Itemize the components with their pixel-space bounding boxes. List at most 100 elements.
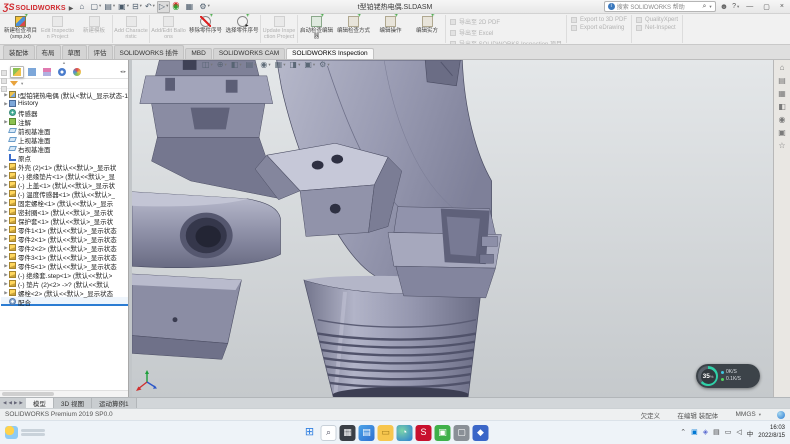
doc-tab-model[interactable]: 模型: [26, 398, 54, 408]
tray-hidden-icons-chevron[interactable]: ⌃: [680, 429, 686, 436]
qualityxpert[interactable]: QualityXpert: [636, 17, 678, 23]
app-button-2[interactable]: ▢: [454, 425, 470, 441]
export-2d-pdf[interactable]: 导出至 2D PDF: [450, 17, 562, 26]
tab-scroll-arrows[interactable]: ◂▸: [120, 69, 126, 75]
options-icon[interactable]: ⚙▾: [198, 1, 210, 13]
export-3d-pdf[interactable]: Export to 3D PDF: [571, 17, 627, 23]
help-globe-icon[interactable]: [777, 411, 785, 419]
appearances-icon[interactable]: ◉: [779, 116, 786, 124]
edit-appearance-icon[interactable]: ◨▾: [290, 61, 301, 69]
edge-button[interactable]: ◔: [397, 425, 413, 441]
status-units[interactable]: MMGS▾: [736, 411, 762, 418]
hide-show-items-icon[interactable]: ▦▾: [275, 61, 286, 69]
undo-icon[interactable]: ↶▾: [144, 1, 156, 13]
widgets-button[interactable]: ▤: [359, 425, 375, 441]
onedrive-icon[interactable]: ▣: [691, 429, 698, 436]
doc-tab-3d-views[interactable]: 3D 视图: [54, 398, 92, 408]
clock[interactable]: 16:03 2022/8/15: [758, 425, 785, 439]
section-view-icon[interactable]: ◧▾: [231, 61, 242, 69]
recorder-overlay[interactable]: 35% 0K/S 0.1K/S: [696, 364, 760, 388]
solidworks-resources-icon[interactable]: ⌂: [780, 64, 785, 72]
app-button-3[interactable]: ◆: [473, 425, 489, 441]
tab-sketch[interactable]: 草图: [62, 45, 87, 59]
doc-tab-motion-study[interactable]: 运动算例1: [92, 398, 137, 408]
launch-inspection-editor-button[interactable]: 启动检查编辑器: [298, 15, 335, 43]
tree-horizontal-scrollbar[interactable]: [0, 390, 128, 397]
remove-balloons-button[interactable]: 移除零件序号: [187, 15, 224, 43]
close-button[interactable]: ×: [777, 3, 787, 10]
home-icon[interactable]: ⌂▾: [78, 1, 88, 13]
status-editing-assembly[interactable]: 在编辑 装配体▾: [677, 410, 723, 420]
login-account-icon[interactable]: ☻: [720, 2, 728, 11]
graphics-viewport[interactable]: ◫▾⊕▾◧▾▤▾◉▾▦▾◨▾▣▾⚙▾▾ 35% 0K/S: [132, 60, 773, 397]
doc-tab-nav-arrow[interactable]: ▶: [14, 400, 17, 406]
update-inspection-project-button[interactable]: Update Inspection Project: [261, 15, 298, 43]
start-button[interactable]: ⊞: [302, 425, 318, 441]
file-explorer-button[interactable]: ▭: [378, 425, 394, 441]
tab-inspection[interactable]: SOLIDWORKS Inspection: [286, 48, 374, 59]
tree-item[interactable]: ▶ 配合: [1, 297, 128, 306]
design-library-icon[interactable]: ▤: [778, 77, 786, 85]
display-icon[interactable]: ▭: [725, 429, 732, 436]
forum-icon[interactable]: ☆: [778, 142, 785, 150]
view-settings-icon[interactable]: ⚙▾: [319, 61, 329, 69]
status-underdefined[interactable]: 欠定义▾: [641, 410, 666, 420]
new-template-button[interactable]: 新建模板: [76, 15, 113, 43]
doc-tab-nav-arrow[interactable]: ◀: [3, 400, 6, 406]
rail-icon[interactable]: [1, 78, 7, 84]
tab-configuration-manager[interactable]: [40, 66, 54, 78]
touch-keyboard-icon[interactable]: ▤: [713, 429, 720, 436]
logo-expand-arrow-icon[interactable]: ▶: [69, 5, 74, 12]
view-palette-icon[interactable]: ◧: [778, 103, 786, 111]
zoom-area-icon[interactable]: ⊕▾: [217, 61, 227, 69]
tab-display-manager[interactable]: [70, 66, 84, 78]
zoom-fit-icon[interactable]: ◫▾: [202, 61, 213, 69]
tab-property-manager[interactable]: [25, 66, 39, 78]
doc-tab-nav-arrow[interactable]: ◀: [8, 400, 11, 406]
restore-button[interactable]: ▢: [760, 3, 773, 11]
doc-tab-nav-arrow[interactable]: ▶: [19, 400, 22, 406]
tab-dimxpert-manager[interactable]: [55, 66, 69, 78]
custom-properties-icon[interactable]: ▣: [778, 129, 786, 137]
assembly-3d-model[interactable]: [132, 60, 773, 397]
tab-layout[interactable]: 布局: [36, 45, 61, 59]
file-explorer-icon[interactable]: ▦: [778, 90, 786, 98]
add-edit-balloons-button[interactable]: Add/Edit Balloons: [150, 15, 187, 43]
search-button[interactable]: ⌕: [321, 425, 337, 441]
print-icon[interactable]: ⊟▾: [131, 1, 143, 13]
file-properties-icon[interactable]: ▦▾: [185, 1, 198, 13]
defender-shield-icon[interactable]: ◈: [703, 429, 708, 436]
edit-inspection-project-button[interactable]: Edit Inspection Project: [39, 15, 76, 43]
save-icon[interactable]: ▣▾: [117, 1, 130, 13]
select-balloons-button[interactable]: 选择零件序号: [224, 15, 261, 43]
tab-addins[interactable]: SOLIDWORKS 插件: [114, 45, 185, 59]
tab-assembly[interactable]: 装配体: [3, 45, 35, 59]
add-characteristic-button[interactable]: Add Characteristic: [113, 15, 150, 43]
solidworks-app-button[interactable]: S: [416, 425, 432, 441]
minimize-button[interactable]: —: [743, 3, 756, 10]
rebuild-icon[interactable]: ◉▾: [171, 1, 183, 13]
help-button[interactable]: ?▾: [732, 3, 739, 10]
search-icon[interactable]: ⌕: [703, 3, 707, 11]
tab-mbd[interactable]: MBD: [185, 48, 211, 59]
new-inspection-project-button[interactable]: 新建检查项目 (smp,ixl): [2, 15, 39, 43]
task-view-button[interactable]: ▦: [340, 425, 356, 441]
help-search-box[interactable]: i 搜索 SOLIDWORKS 帮助 ⌕ ▾: [604, 1, 716, 12]
rail-icon[interactable]: [1, 86, 7, 92]
search-scope-icon[interactable]: i: [608, 3, 615, 10]
net-inspect[interactable]: Net-Inspect: [636, 25, 678, 31]
tree-filter-row[interactable]: ▾: [0, 79, 128, 89]
search-caret-icon[interactable]: ▾: [709, 4, 711, 10]
ime-indicator[interactable]: 中: [747, 428, 754, 438]
tree-item[interactable]: ▶ t型铂铑热电偶 (默认<默认_显示状态-1: [1, 90, 128, 99]
tab-cam[interactable]: SOLIDWORKS CAM: [213, 48, 285, 59]
view-orientation-icon[interactable]: ▤▾: [246, 61, 257, 69]
edit-methods-button[interactable]: 编辑检查方式: [335, 15, 372, 43]
export-edrawing[interactable]: Export eDrawing: [571, 25, 627, 31]
edit-operations-button[interactable]: 编辑操作: [372, 15, 409, 43]
edit-vendors-button[interactable]: 编辑实方: [409, 15, 446, 43]
scrollbar-thumb[interactable]: [2, 392, 54, 396]
weather-widget[interactable]: [0, 426, 50, 439]
select-icon[interactable]: ▷▾: [157, 1, 170, 13]
display-style-icon[interactable]: ◉▾: [260, 61, 270, 69]
